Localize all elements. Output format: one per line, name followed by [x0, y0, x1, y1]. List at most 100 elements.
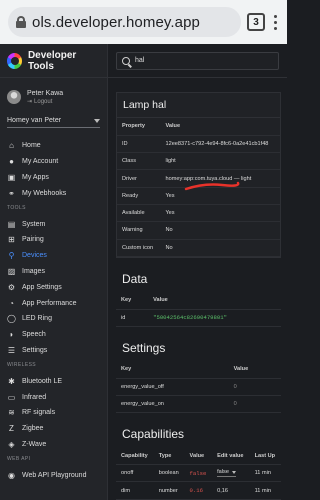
table-cell: Warning — [117, 221, 161, 240]
cell-value: energy_value_off — [121, 383, 164, 390]
data-table: Key Value id "50042564c82690479801" — [116, 291, 281, 327]
tab-switcher-button[interactable]: 3 — [247, 13, 265, 31]
table-cell: Ready — [117, 187, 161, 205]
sidebar-item-my-webhooks[interactable]: ⚭ My Webhooks — [0, 185, 107, 201]
zwave-icon: ◈ — [8, 439, 15, 449]
sidebar-item-z-wave[interactable]: ◈ Z-Wave — [0, 437, 107, 453]
table-cell: Custom icon — [117, 239, 161, 257]
sidebar-item-pairing[interactable]: ⊞ Pairing — [0, 232, 107, 248]
search-input[interactable]: hal — [135, 57, 144, 64]
sidebar-item-zigbee[interactable]: Z Zigbee — [0, 421, 107, 437]
sidebar-item-label: My Apps — [22, 173, 49, 181]
cell-value: Driver — [122, 175, 137, 182]
chevron-down-icon — [94, 118, 100, 123]
column-header: Key — [116, 360, 229, 379]
cell-value: 0,16 — [217, 487, 228, 494]
table-cell: 0 — [228, 395, 281, 414]
more-menu-icon[interactable] — [271, 14, 279, 30]
column-header: Type — [153, 447, 185, 466]
edit-value-select[interactable]: false — [217, 469, 236, 478]
user-panel: Peter Kawa ⇥ Logout — [0, 82, 107, 112]
webhooks-icon: ⚭ — [8, 188, 15, 198]
table-cell: 11 min — [249, 481, 281, 500]
sidebar-item-web-api-playground[interactable]: ◉ Web API Playground — [0, 467, 107, 483]
sidebar-item-label: Z-Wave — [22, 440, 47, 448]
table-cell: number — [153, 481, 185, 500]
table-cell: 0 — [228, 378, 281, 397]
table-cell: false — [184, 464, 213, 483]
homey-select-value: Homey van Peter — [7, 117, 62, 124]
sidebar-item-rf-signals[interactable]: ≋ RF signals — [0, 405, 107, 421]
avatar[interactable] — [7, 90, 21, 104]
sidebar-item-app-performance[interactable]: ◔ App Performance — [0, 295, 107, 311]
sidebar-item-bluetooth-le[interactable]: ✱ Bluetooth LE — [0, 373, 107, 389]
table-row: Warning No — [117, 221, 280, 240]
sidebar-item-infrared[interactable]: ▭ Infrared — [0, 389, 107, 405]
homey-select[interactable]: Homey van Peter — [7, 114, 100, 128]
sidebar-item-led-ring[interactable]: ◯ LED Ring — [0, 311, 107, 327]
table-cell: Driver — [117, 169, 161, 188]
app-settings-icon: ⚙ — [7, 282, 16, 292]
table-cell: "50042564c82690479801" — [148, 309, 281, 327]
search-field[interactable]: hal — [116, 51, 279, 70]
table-row: onoff boolean false false 11 min — [116, 464, 281, 483]
edit-value-input[interactable]: 0,16 — [217, 488, 228, 494]
table-row: dim number 0.16 0,16 11 min — [116, 481, 281, 500]
sidebar-item-system[interactable]: ▤ System — [0, 216, 107, 232]
sidebar-item-app-settings[interactable]: ⚙ App Settings — [0, 279, 107, 295]
section-web-api: WEB API — [7, 456, 31, 463]
column-header: Value — [148, 291, 281, 310]
sidebar-item-label: Devices — [22, 252, 47, 260]
cell-value: No — [165, 227, 173, 234]
sidebar-item-home[interactable]: ⌂ Home — [0, 138, 107, 154]
cell-value: onoff — [121, 470, 134, 477]
table-cell: Yes — [160, 204, 280, 223]
table-cell: boolean — [153, 464, 185, 483]
table-cell: No — [160, 239, 280, 257]
table-cell: 11 min — [249, 464, 281, 483]
speech-icon: ◗ — [9, 330, 14, 340]
cell-value: Custom icon — [122, 244, 154, 251]
brand-title: Developer Tools — [27, 49, 77, 72]
cell-value: 11 min — [254, 470, 271, 477]
sidebar-item-label: Images — [22, 267, 45, 275]
table-cell: 0,16 — [212, 481, 250, 500]
sidebar-item-speech[interactable]: ◗ Speech — [0, 327, 107, 343]
logout-link[interactable]: ⇥ Logout — [27, 98, 63, 106]
cell-value: false — [217, 469, 229, 476]
url-text[interactable]: ols.developer.homey.app — [32, 14, 200, 31]
home-icon: ⌂ — [9, 141, 14, 151]
cell-value: false — [189, 469, 207, 477]
section-wireless: WIRELESS — [7, 362, 37, 369]
cell-value: Yes — [165, 192, 175, 199]
sidebar-item-label: Bluetooth LE — [22, 377, 63, 385]
table-cell: Available — [117, 204, 161, 223]
chevron-down-icon — [231, 470, 236, 474]
table-row: Available Yes — [117, 204, 280, 223]
table-cell: false — [212, 464, 250, 483]
zigbee-icon: Z — [9, 424, 14, 434]
sidebar-item-settings[interactable]: ☰ Settings — [0, 343, 107, 359]
sidebar-item-images[interactable]: ▨ Images — [0, 264, 107, 280]
address-bar[interactable]: ols.developer.homey.app — [8, 7, 241, 37]
table-cell: dim — [116, 481, 154, 500]
settings-icon: ☰ — [7, 345, 16, 355]
sidebar-item-label: My Account — [22, 158, 59, 166]
column-header: Edit value — [212, 447, 250, 466]
column-header: Last Up — [249, 447, 281, 466]
cell-value: 11 min — [254, 487, 271, 494]
table-cell: 0.16 — [184, 481, 213, 500]
sidebar-item-devices[interactable]: ⚲ Devices — [0, 248, 107, 264]
brand[interactable]: Developer Tools — [0, 44, 107, 78]
cell-value: No — [165, 244, 173, 251]
table-cell: onoff — [116, 464, 154, 483]
sidebar-item-label: App Settings — [22, 283, 62, 291]
homey-logo-icon — [7, 52, 22, 69]
sidebar-item-my-account[interactable]: ● My Account — [0, 154, 107, 170]
cell-value: light — [165, 158, 176, 165]
cell-value: id — [121, 314, 126, 321]
cell-value: energy_value_on — [121, 401, 164, 408]
sidebar-item-my-apps[interactable]: ▣ My Apps — [0, 170, 107, 186]
settings-heading: Settings — [122, 340, 166, 355]
sidebar-item-label: Pairing — [22, 236, 44, 244]
